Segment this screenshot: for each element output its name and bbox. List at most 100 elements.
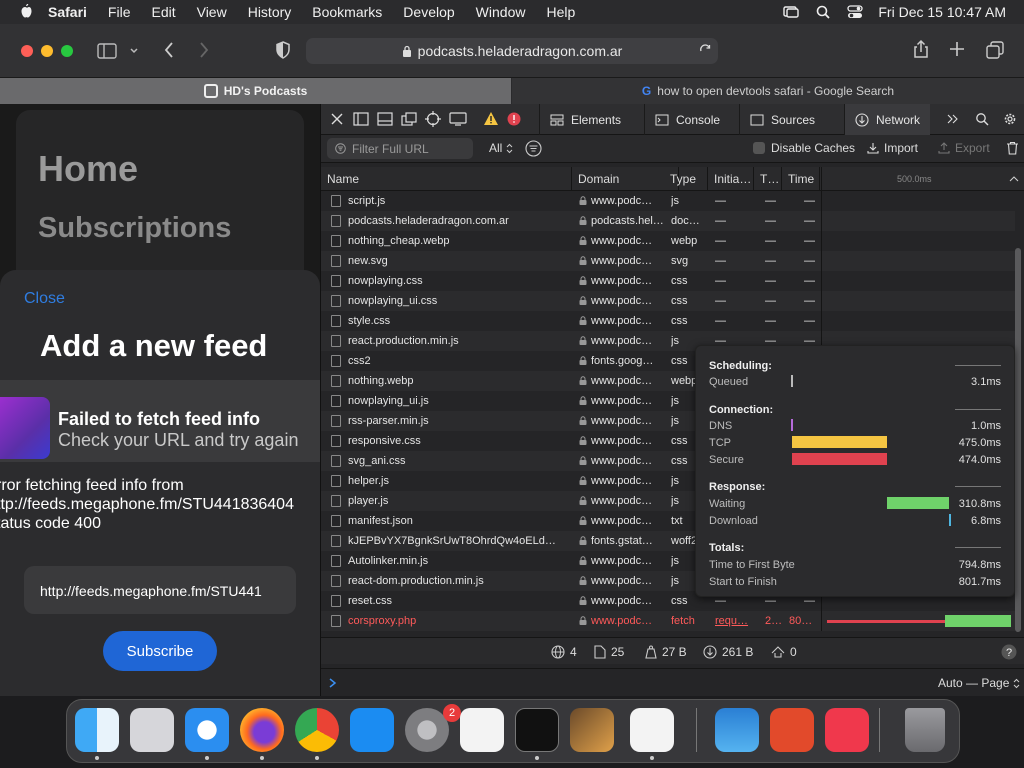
trash-icon[interactable] (1006, 141, 1019, 155)
menu-history[interactable]: History (248, 4, 292, 20)
table-row[interactable]: style.css www.podc… css — — — (321, 311, 1015, 331)
document-icon (594, 644, 606, 659)
textedit-icon[interactable] (460, 708, 504, 752)
filter-url-input[interactable]: Filter Full URL (327, 138, 473, 159)
lock-icon (579, 576, 587, 585)
column-initiator[interactable]: Initia… (708, 167, 754, 191)
column-time[interactable]: Time (782, 167, 820, 191)
warning-icon[interactable] (483, 111, 499, 126)
menu-window[interactable]: Window (476, 4, 526, 20)
feed-url-input[interactable]: http://feeds.megaphone.fm/STU441 (24, 566, 296, 614)
spotlight-search-icon[interactable] (814, 4, 832, 20)
export-button[interactable]: Export (938, 141, 990, 155)
safari-icon[interactable] (185, 708, 229, 752)
column-name[interactable]: Name (321, 167, 572, 191)
detach-window-icon[interactable] (401, 112, 417, 126)
table-scrollbar[interactable] (1015, 248, 1021, 632)
column-domain[interactable]: Domain (572, 167, 679, 191)
table-row[interactable]: nothing_cheap.webp www.podc… webp — — — (321, 231, 1015, 251)
tab-network[interactable]: Network (844, 104, 931, 135)
table-row[interactable]: script.js www.podc… js — — — (321, 191, 1015, 211)
search-icon[interactable] (975, 112, 989, 126)
launchpad-icon[interactable] (130, 708, 174, 752)
forward-arrow-icon[interactable] (197, 41, 211, 59)
type-filter-select[interactable]: All (489, 141, 513, 155)
music-icon[interactable] (825, 708, 869, 752)
remote-desktop-icon[interactable] (770, 708, 814, 752)
subscribe-button[interactable]: Subscribe (103, 631, 217, 671)
menu-app-name[interactable]: Safari (48, 4, 87, 20)
column-transfer[interactable]: T… (754, 167, 782, 191)
close-window-button[interactable] (21, 45, 33, 57)
menu-bookmarks[interactable]: Bookmarks (312, 4, 382, 20)
dock-bottom-icon[interactable] (377, 112, 393, 126)
menu-view[interactable]: View (197, 4, 227, 20)
tab-hd-podcasts[interactable]: HD's Podcasts (0, 78, 511, 104)
menu-help[interactable]: Help (546, 4, 575, 20)
row-type: js (671, 195, 679, 207)
menu-clock[interactable]: Fri Dec 15 10:47 AM (878, 4, 1006, 20)
zoom-window-button[interactable] (61, 45, 73, 57)
close-link[interactable]: Close (24, 290, 65, 308)
row-type: svg (671, 255, 689, 267)
chrome-icon[interactable] (295, 708, 339, 752)
stf-label: Start to Finish (709, 576, 777, 588)
device-icon[interactable] (449, 112, 467, 126)
tab-sources[interactable]: Sources (739, 104, 825, 135)
console-context-select[interactable]: Auto — Page (938, 676, 1020, 690)
table-row[interactable]: new.svg www.podc… svg — — — (321, 251, 1015, 271)
error-icon[interactable] (507, 112, 521, 126)
console-prompt-bar[interactable]: Auto — Page (321, 668, 1024, 696)
privacy-shield-icon[interactable] (275, 41, 291, 59)
table-row[interactable]: corsproxy.php www.podc… fetch requ… 2… 80… (321, 611, 1015, 631)
weather-icon[interactable] (715, 708, 759, 752)
dock-left-icon[interactable] (353, 112, 369, 126)
finder-icon[interactable] (75, 708, 119, 752)
apple-icon[interactable] (18, 4, 34, 20)
help-icon[interactable]: ? (1001, 644, 1017, 660)
resource-size: 261 B (703, 638, 753, 665)
address-bar[interactable]: podcasts.heladeradragon.com.ar (306, 38, 718, 64)
settings-gear-icon[interactable] (1003, 112, 1017, 126)
lock-icon (579, 416, 587, 425)
vscode-icon[interactable] (630, 708, 674, 752)
tab-google-search[interactable]: G how to open devtools safari - Google S… (512, 78, 1024, 104)
resources-count: 25 (594, 638, 624, 665)
column-type[interactable]: Type (664, 167, 708, 191)
console-icon (655, 114, 669, 125)
disable-caches-toggle[interactable]: Disable Caches (753, 141, 855, 155)
element-picker-icon[interactable] (425, 111, 441, 127)
menu-file[interactable]: File (108, 4, 131, 20)
tab-overview-icon[interactable] (986, 41, 1004, 59)
sidebar-icon[interactable] (97, 43, 117, 59)
row-name: kJEPBvYX7BgnkSrUwT8OhrdQw4oELd… (348, 535, 556, 547)
overflow-chevron-icon[interactable] (947, 114, 959, 124)
disable-caches-checkbox[interactable] (753, 142, 765, 154)
menu-develop[interactable]: Develop (403, 4, 454, 20)
reload-icon[interactable] (699, 44, 712, 57)
minimize-window-button[interactable] (41, 45, 53, 57)
firefox-icon[interactable] (240, 708, 284, 752)
filter-options-icon[interactable] (525, 140, 542, 157)
table-row[interactable]: nowplaying_ui.css www.podc… css — — — (321, 291, 1015, 311)
control-center-icon[interactable] (846, 4, 864, 20)
close-icon[interactable] (331, 113, 343, 125)
tab-elements[interactable]: Elements (539, 104, 631, 135)
back-arrow-icon[interactable] (162, 41, 176, 59)
import-button[interactable]: Import (867, 141, 918, 155)
app-store-icon[interactable] (350, 708, 394, 752)
screen-mirror-icon[interactable] (782, 4, 800, 20)
sort-chevron-icon[interactable] (1009, 175, 1019, 183)
table-row[interactable]: podcasts.heladeradragon.com.ar podcasts.h… (321, 211, 1015, 231)
trash-icon[interactable] (905, 708, 945, 752)
menu-edit[interactable]: Edit (151, 4, 175, 20)
tcp-value: 475.0ms (958, 437, 1001, 449)
waiting-value: 310.8ms (958, 498, 1001, 510)
garageband-icon[interactable] (570, 708, 614, 752)
new-tab-icon[interactable] (949, 41, 965, 57)
terminal-icon[interactable] (515, 708, 559, 752)
chevron-down-icon[interactable] (129, 46, 139, 56)
tab-console[interactable]: Console (644, 104, 730, 135)
table-row[interactable]: nowplaying.css www.podc… css — — — (321, 271, 1015, 291)
share-icon[interactable] (912, 39, 930, 59)
